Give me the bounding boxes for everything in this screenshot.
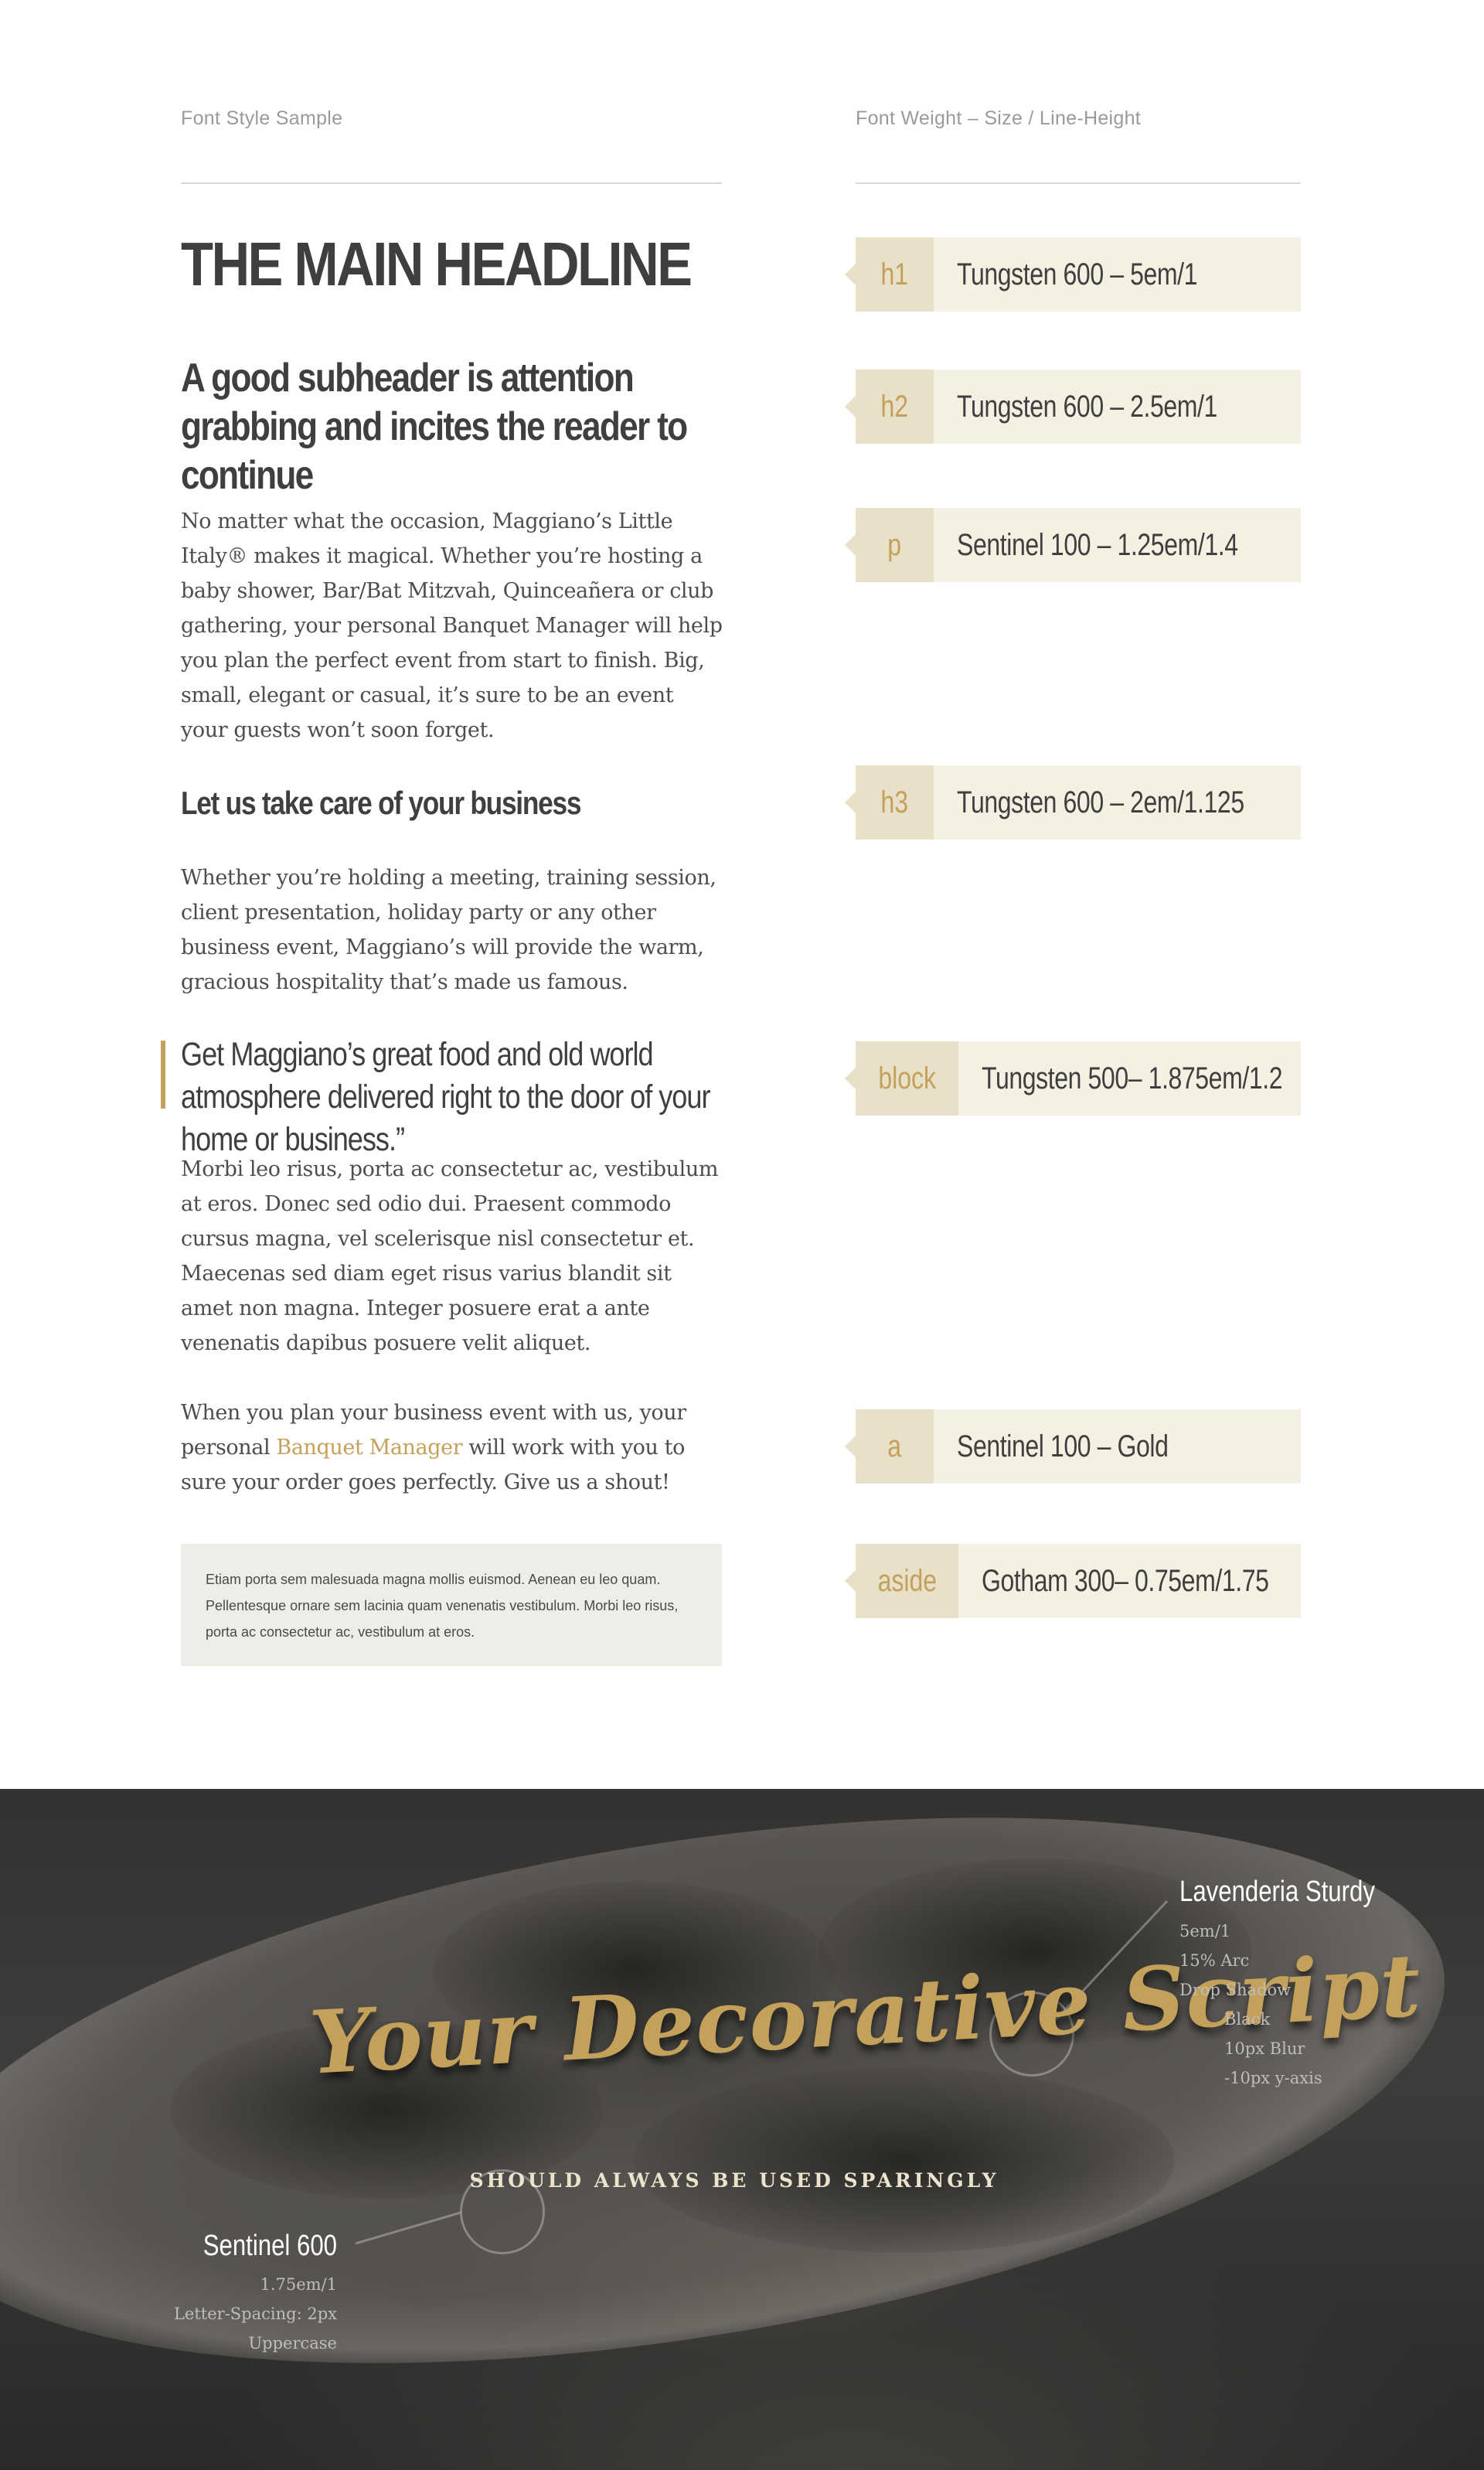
left-divider (181, 182, 722, 184)
script-shadow-line-3: -10px y-axis (1224, 2069, 1322, 2087)
sample-main-headline: THE MAIN HEADLINE (181, 230, 693, 298)
spec-desc-a: Sentinel 100 – Gold (957, 1429, 1169, 1463)
script-spec-line-1: 5em/1 (1179, 1922, 1231, 1940)
spec-h2: h2 Tungsten 600 – 2.5em/1 (845, 370, 1301, 444)
spec-link: a Sentinel 100 – Gold (845, 1409, 1301, 1484)
spec-desc-h2: Tungsten 600 – 2.5em/1 (957, 390, 1217, 424)
spec-desc-h3: Tungsten 600 – 2em/1.125 (957, 785, 1244, 819)
spec-desc-block: Tungsten 500– 1.875em/1.2 (982, 1061, 1283, 1095)
sample-paragraph-3: Morbi leo risus, porta ac consectetur ac… (181, 1157, 719, 1355)
subtitle-spec-line-2: Letter-Spacing: 2px (173, 2305, 337, 2323)
spec-tag-h2: h2 (845, 370, 934, 444)
decorative-subtitle: SHOULD ALWAYS BE USED SPARINGLY (469, 2169, 999, 2192)
sample-paragraph-2: Whether you’re holding a meeting, traini… (181, 866, 716, 994)
sample-aside: Etiam porta sem malesuada magna mollis e… (181, 1544, 722, 1666)
spec-tag-p: p (845, 508, 934, 582)
spec-aside: aside Gotham 300– 0.75em/1.75 (845, 1544, 1301, 1618)
sample-paragraph-1: No matter what the occasion, Maggiano’s … (181, 509, 723, 742)
spec-h1: h1 Tungsten 600 – 5em/1 (845, 237, 1301, 312)
banquet-manager-link[interactable]: Banquet Manager (276, 1436, 462, 1460)
sample-subheader: A good subheader is attention grabbing a… (181, 356, 688, 498)
spec-tag-h1: h1 (845, 237, 934, 312)
decorative-script-section: Your Decorative Script SHOULD ALWAYS BE … (0, 1789, 1484, 2470)
spec-tag-block: block (845, 1041, 958, 1116)
subtitle-spec-line-1: 1.75em/1 (260, 2275, 337, 2294)
spec-h3: h3 Tungsten 600 – 2em/1.125 (845, 765, 1301, 840)
spec-desc-p: Sentinel 100 – 1.25em/1.4 (957, 528, 1238, 562)
spec-tag-h3: h3 (845, 765, 934, 840)
spec-tag-aside: aside (845, 1544, 958, 1618)
spec-blockquote: block Tungsten 500– 1.875em/1.2 (845, 1041, 1301, 1116)
subtitle-font-name: Sentinel 600 (203, 2230, 337, 2262)
spec-tag-a: a (845, 1409, 934, 1484)
script-shadow-line-2: 10px Blur (1224, 2039, 1305, 2058)
script-spec-line-2: 15% Arc (1179, 1951, 1250, 1970)
right-column-header: Font Weight – Size / Line-Height (856, 107, 1142, 129)
blockquote-bar (161, 1041, 165, 1109)
sample-blockquote: Get Maggiano’s great food and old world … (181, 1036, 710, 1158)
spec-desc-aside: Gotham 300– 0.75em/1.75 (982, 1564, 1269, 1598)
script-spec-line-3: Drop Shadow (1179, 1981, 1292, 1999)
subtitle-spec-line-3: Uppercase (248, 2334, 337, 2352)
sample-paragraph-4: When you plan your business event with u… (181, 1395, 725, 1500)
spec-p: p Sentinel 100 – 1.25em/1.4 (845, 508, 1301, 582)
spec-desc-h1: Tungsten 600 – 5em/1 (957, 257, 1198, 291)
script-font-name: Lavenderia Sturdy (1179, 1875, 1375, 1908)
script-shadow-line-1: Black (1224, 2010, 1271, 2029)
sample-h3: Let us take care of your business (181, 785, 581, 821)
right-divider (856, 182, 1301, 184)
left-column-header: Font Style Sample (181, 107, 343, 129)
